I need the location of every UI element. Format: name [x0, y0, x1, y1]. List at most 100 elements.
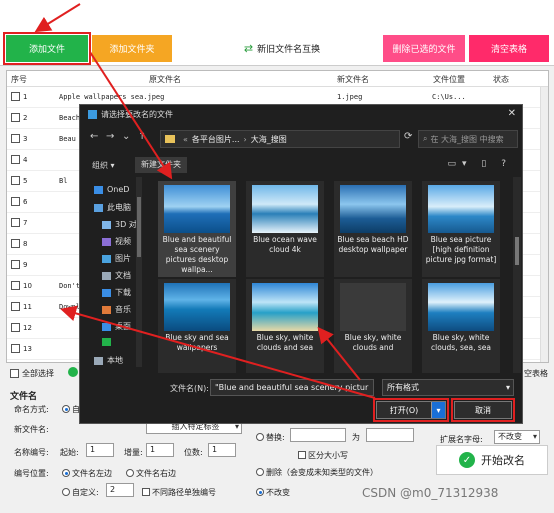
naming-mode-option[interactable]: 自: [62, 404, 80, 415]
address-bar[interactable]: « 各平台图片... › 大海_搜图: [160, 130, 400, 148]
file-tile[interactable]: Blue sky, white clouds, sea, sea: [422, 279, 500, 373]
filetype-select[interactable]: 所有格式: [382, 379, 514, 396]
increment-input[interactable]: 1: [146, 443, 174, 457]
select-all-checkbox[interactable]: [10, 369, 19, 378]
clear-table-button[interactable]: 清空表格: [469, 35, 549, 62]
digits-label: 位数:: [184, 448, 203, 457]
breadcrumb-item[interactable]: 大海_搜图: [251, 134, 287, 145]
col-status: 状态: [493, 75, 509, 84]
filename-input[interactable]: "Blue and beautiful sea scenery pictur: [210, 379, 374, 396]
row-checkbox[interactable]: [11, 239, 20, 248]
pos-right-radio[interactable]: 文件名右边: [126, 468, 176, 479]
row-index: 11: [23, 303, 32, 311]
row-checkbox[interactable]: [11, 344, 20, 353]
nav-scrollbar[interactable]: [136, 177, 142, 367]
select-all[interactable]: 全部选择: [10, 368, 54, 379]
start-input[interactable]: 1: [86, 443, 114, 457]
case-sensitive-checkbox[interactable]: 区分大小写: [298, 450, 348, 461]
file-scrollbar[interactable]: [513, 177, 521, 373]
nav-item[interactable]: 视频: [102, 236, 131, 247]
delete-selected-button[interactable]: 删除已选的文件: [383, 35, 465, 62]
file-thumbnail: [340, 185, 406, 233]
add-folder-button[interactable]: 添加文件夹: [92, 35, 172, 62]
nav-item-icon: [102, 322, 111, 331]
row-checkbox[interactable]: [11, 155, 20, 164]
replace-radio[interactable]: 替换:: [256, 432, 285, 443]
file-tile[interactable]: Blue and beautiful sea scenery pictures …: [158, 181, 236, 277]
nav-item[interactable]: 图片: [102, 253, 131, 264]
row-original-name: Beau: [59, 135, 76, 143]
back-icon[interactable]: ←: [90, 131, 98, 142]
row-index: 9: [23, 261, 28, 269]
nav-item[interactable]: 下载: [102, 287, 131, 298]
clear-table-link[interactable]: 空表格: [524, 368, 548, 379]
ext-case-select[interactable]: 不改变: [494, 430, 540, 444]
row-checkbox[interactable]: [11, 113, 20, 122]
row-checkbox[interactable]: [11, 134, 20, 143]
nav-item[interactable]: 3D 对: [102, 219, 137, 230]
row-checkbox[interactable]: [11, 197, 20, 206]
replace-to-input[interactable]: [366, 428, 414, 442]
file-caption: Blue sea beach HD desktop wallpaper: [337, 235, 409, 254]
nav-item[interactable]: [102, 338, 115, 346]
row-index: 2: [23, 114, 28, 122]
nav-item[interactable]: 桌面: [102, 321, 131, 332]
open-dropdown-icon[interactable]: ▾: [431, 402, 445, 418]
file-open-dialog: 请选择要改名的文件 ✕ ← → ⌄ ↑ « 各平台图片... › 大海_搜图 ⟳…: [79, 104, 523, 424]
view-options-icon[interactable]: ▭▾ ▯ ?: [448, 159, 512, 169]
up-icon[interactable]: ↑: [138, 131, 146, 142]
separate-path-checkbox[interactable]: 不同路径单独编号: [142, 487, 216, 498]
row-checkbox[interactable]: [11, 176, 20, 185]
pos-left-radio[interactable]: 文件名左边: [62, 468, 112, 479]
custom-radio[interactable]: 自定义:: [62, 487, 99, 498]
nav-item[interactable]: 此电脑: [94, 202, 131, 213]
history-chevron-icon[interactable]: ⌄: [122, 131, 130, 142]
nav-item[interactable]: 音乐: [102, 304, 131, 315]
close-icon[interactable]: ✕: [508, 108, 516, 119]
row-checkbox[interactable]: [11, 281, 20, 290]
nav-item-icon: [102, 254, 111, 263]
file-caption: Blue and beautiful sea scenery pictures …: [162, 235, 232, 274]
nav-item[interactable]: OneD: [94, 185, 129, 194]
col-location: 文件位置: [433, 75, 465, 84]
row-checkbox[interactable]: [11, 323, 20, 332]
forward-icon[interactable]: →: [106, 131, 114, 142]
file-tile[interactable]: Blue sky and sea wallpapers: [158, 279, 236, 373]
delete-ext-radio[interactable]: 删除（会变成未知类型的文件）: [256, 467, 378, 478]
refresh-icon[interactable]: ⟳: [404, 131, 412, 142]
row-checkbox[interactable]: [11, 92, 20, 101]
table-scrollbar[interactable]: [540, 87, 548, 362]
row-checkbox[interactable]: [11, 260, 20, 269]
new-folder-button[interactable]: 新建文件夹: [135, 157, 187, 173]
nav-item[interactable]: 文档: [102, 270, 131, 281]
replace-from-input[interactable]: [290, 428, 346, 442]
col-index: 序号: [11, 75, 27, 84]
no-change-radio[interactable]: 不改变: [256, 487, 290, 498]
custom-input[interactable]: 2: [106, 483, 134, 497]
file-thumbnail: [252, 185, 318, 233]
add-file-button[interactable]: 添加文件: [3, 32, 91, 65]
file-grid: Blue and beautiful sea scenery pictures …: [152, 177, 512, 373]
watermark: CSDN @m0_71312938: [362, 486, 499, 500]
nav-item[interactable]: 本地: [94, 355, 123, 366]
swap-names-button[interactable]: ⇄ 新旧文件名互换: [232, 35, 332, 62]
file-tile[interactable]: Blue sky, white clouds and: [334, 279, 412, 373]
file-tile[interactable]: Blue ocean wave cloud 4k: [246, 181, 324, 277]
swap-names-label: 新旧文件名互换: [257, 45, 321, 55]
file-tile[interactable]: Blue sky, white clouds and sea: [246, 279, 324, 373]
file-tile[interactable]: Blue sea beach HD desktop wallpaper: [334, 181, 412, 277]
toolbar: 添加文件 添加文件夹 ⇄ 新旧文件名互换 删除已选的文件 清空表格: [0, 0, 554, 66]
organize-menu[interactable]: 组织 ▾: [92, 160, 115, 171]
search-input[interactable]: ⌕ 在 大海_搜图 中搜索: [418, 130, 518, 148]
digits-input[interactable]: 1: [208, 443, 236, 457]
breadcrumb-item[interactable]: 各平台图片...: [192, 134, 240, 145]
row-location: C:\Us...: [432, 93, 466, 101]
row-checkbox[interactable]: [11, 302, 20, 311]
file-thumbnail: [164, 185, 230, 233]
folder-icon: [165, 135, 175, 143]
file-tile[interactable]: Blue sea picture [high definition pictur…: [422, 181, 500, 277]
start-rename-button[interactable]: ✓ 开始改名: [436, 445, 548, 475]
cancel-button[interactable]: 取消: [451, 398, 515, 422]
open-button[interactable]: 打开(O) ▾: [373, 398, 449, 422]
row-checkbox[interactable]: [11, 218, 20, 227]
